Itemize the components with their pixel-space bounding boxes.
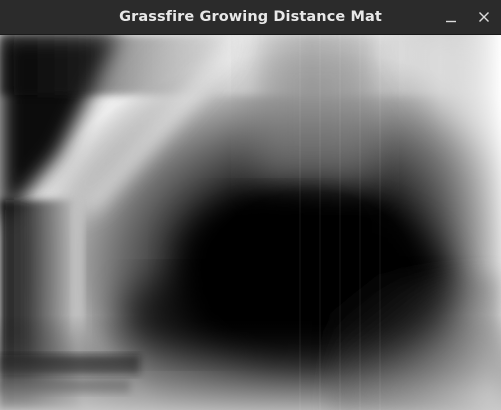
window-title: Grassfire Growing Distance Mat (119, 9, 382, 25)
distance-map-render (0, 35, 501, 410)
distance-map-image (0, 35, 501, 410)
minimize-icon (446, 20, 456, 23)
title-bar[interactable]: Grassfire Growing Distance Mat (0, 0, 501, 35)
app-window: Grassfire Growing Distance Mat (0, 0, 501, 410)
close-icon (479, 12, 489, 22)
minimize-button[interactable] (440, 6, 462, 28)
close-button[interactable] (473, 6, 495, 28)
